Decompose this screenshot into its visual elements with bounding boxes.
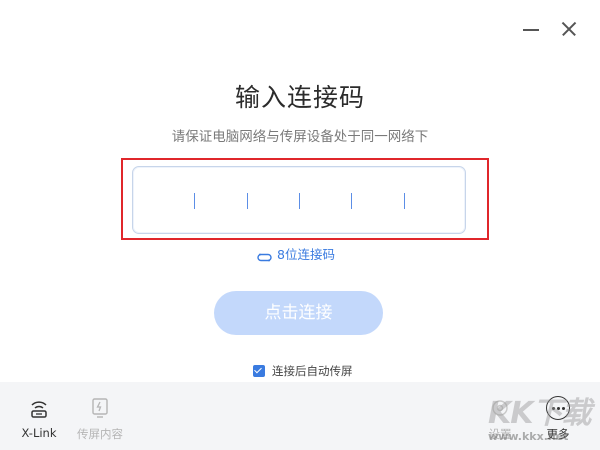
tab-screen-cast[interactable]: 传屏内容 xyxy=(70,396,130,442)
tab-more[interactable]: 更多 xyxy=(528,396,588,442)
page-subtitle: 请保证电脑网络与传屏设备处于同一网络下 xyxy=(171,129,429,145)
screen-cast-icon xyxy=(88,396,112,420)
tab-x-link[interactable]: X-Link xyxy=(9,396,69,440)
tab-settings-label: 设置 xyxy=(488,427,512,441)
code-length-label: 8位连接码 xyxy=(277,246,335,262)
more-icon xyxy=(546,396,570,420)
code-digit-slot xyxy=(194,193,195,209)
app-window: 输入连接码 请保证电脑网络与传屏设备处于同一网络下 8位连接码 点击连接 连接后… xyxy=(0,0,600,450)
code-digit-slot xyxy=(299,193,300,209)
x-link-icon xyxy=(27,396,51,420)
switch-code-length-link[interactable]: 8位连接码 xyxy=(256,244,335,262)
tab-settings[interactable]: 设置 xyxy=(470,396,530,442)
auto-cast-label: 连接后自动传屏 xyxy=(272,364,353,378)
loop-icon xyxy=(256,248,273,261)
code-digit-slot xyxy=(404,193,405,209)
auto-cast-option[interactable]: 连接后自动传屏 xyxy=(253,363,353,379)
tab-more-label: 更多 xyxy=(546,427,570,441)
connect-button[interactable]: 点击连接 xyxy=(214,291,383,335)
minimize-button[interactable] xyxy=(520,18,542,40)
code-digit-slot xyxy=(351,193,352,209)
close-button[interactable] xyxy=(558,18,580,40)
connection-code-input[interactable] xyxy=(132,166,466,234)
code-digit-slot xyxy=(247,193,248,209)
auto-cast-checkbox[interactable] xyxy=(253,365,265,377)
tab-x-link-label: X-Link xyxy=(21,426,57,440)
settings-icon xyxy=(488,396,512,420)
bottom-nav-bar: X-Link 传屏内容 设置 更多 xyxy=(0,382,600,450)
page-title: 输入连接码 xyxy=(234,83,365,112)
tab-screen-cast-label: 传屏内容 xyxy=(77,427,123,441)
